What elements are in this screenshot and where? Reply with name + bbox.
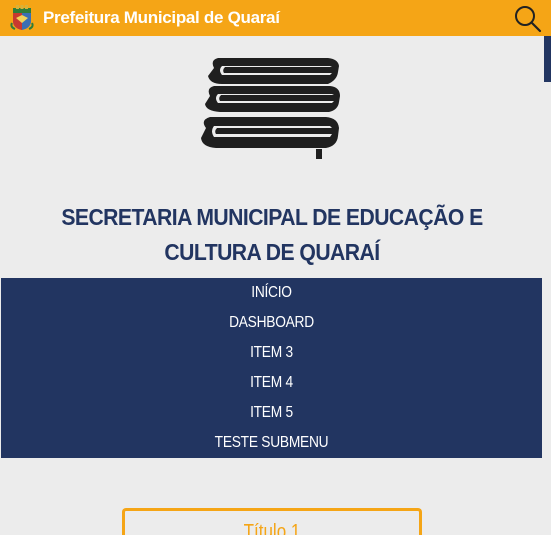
books-stack-icon <box>198 54 344 166</box>
main-nav-menu: INÍCIO DASHBOARD ITEM 3 ITEM 4 ITEM 5 TE… <box>1 278 542 458</box>
search-button[interactable] <box>513 3 543 33</box>
site-title-link[interactable]: Prefeitura Municipal de Quaraí <box>43 8 280 28</box>
content-card[interactable]: Título 1 <box>122 508 422 535</box>
nav-item-dashboard[interactable]: DASHBOARD <box>39 308 504 338</box>
top-bar: Prefeitura Municipal de Quaraí <box>0 0 551 36</box>
scrollbar-thumb[interactable] <box>544 36 551 82</box>
scrollbar-track[interactable] <box>542 36 551 535</box>
nav-item-inicio[interactable]: INÍCIO <box>39 278 504 308</box>
municipal-crest-icon <box>10 5 34 31</box>
nav-item-item-4[interactable]: ITEM 4 <box>39 368 504 398</box>
search-icon <box>513 6 543 36</box>
page-title: SECRETARIA MUNICIPAL DE EDUCAÇÃO E CULTU… <box>61 204 483 265</box>
card-title: Título 1 <box>243 521 301 535</box>
nav-item-teste-submenu[interactable]: TESTE SUBMENU <box>39 428 504 458</box>
nav-item-item-3[interactable]: ITEM 3 <box>39 338 504 368</box>
nav-item-item-5[interactable]: ITEM 5 <box>39 398 504 428</box>
